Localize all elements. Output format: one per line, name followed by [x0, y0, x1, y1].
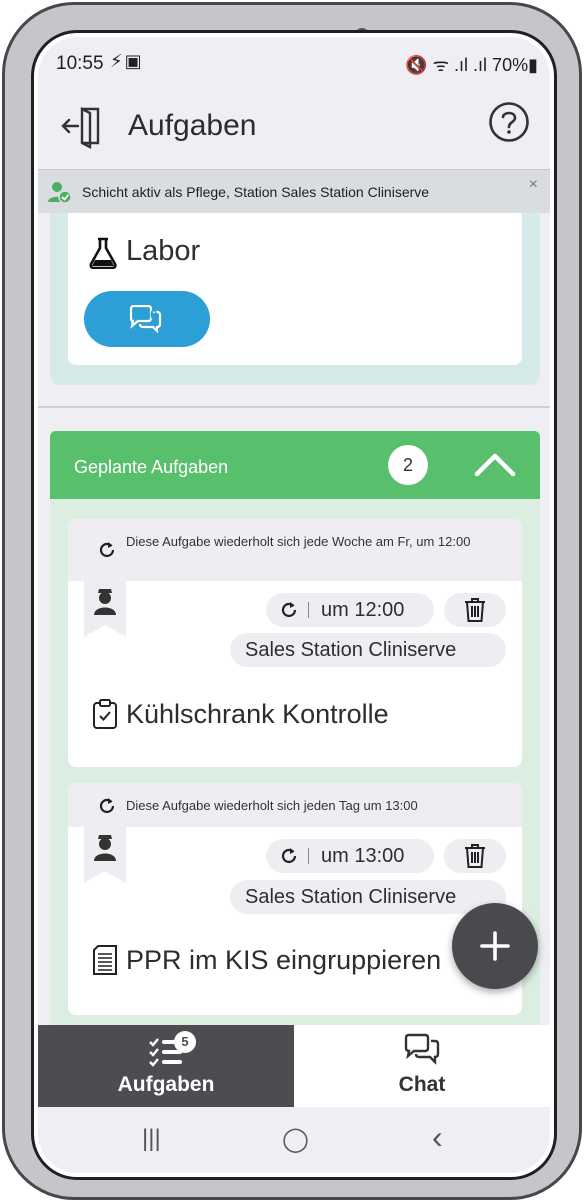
status-time: 10:55 [56, 53, 104, 74]
system-navigation-bar: ||| ◯ ‹ [38, 1107, 550, 1173]
task-card[interactable]: Diese Aufgabe wiederholt sich jeden Tag … [68, 783, 522, 1015]
nurse-role-icon [84, 827, 126, 883]
plus-icon [480, 931, 510, 961]
schedule-time: um 13:00 [321, 845, 405, 867]
delete-task-button[interactable] [444, 839, 506, 873]
screen: 10:55 ⚡▣ 🔇 ᯤ .ıl .ıl 70%▮ Aufgaben Schic… [38, 37, 550, 1173]
add-task-button[interactable] [452, 903, 538, 989]
tab-tasks[interactable]: 5 Aufgaben [38, 1025, 294, 1107]
tab-chat-label: Chat [398, 1073, 446, 1096]
clipboard-check-icon [93, 699, 117, 729]
app-header: Aufgaben [38, 95, 550, 169]
planned-tasks-title: Geplante Aufgaben [74, 457, 229, 477]
bottom-navigation: 5 Aufgaben Chat [38, 1025, 550, 1107]
shift-banner: Schicht aktiv als Pflege, Station Sales … [38, 169, 550, 214]
schedule-time: um 12:00 [321, 599, 405, 621]
back-icon[interactable]: ‹ [432, 1119, 443, 1156]
task-list-scroll[interactable]: Labor 0 Geplante Aufgaben 2 Diese Aufgab… [38, 213, 550, 1025]
station-chip: Sales Station Cliniserve [230, 633, 506, 667]
shift-status-text: Schicht aktiv als Pflege, Station Sales … [82, 184, 430, 200]
chip-separator [308, 848, 309, 864]
delete-task-button[interactable] [444, 593, 506, 627]
labor-task-card[interactable]: Labor 0 [68, 213, 522, 365]
labor-title: Labor [126, 235, 201, 267]
trash-icon [465, 598, 485, 622]
station-name: Sales Station Cliniserve [245, 886, 457, 908]
page-title: Aufgaben [128, 109, 257, 142]
status-notification-icons: ⚡▣ [110, 51, 144, 71]
phone-bezel: 10:55 ⚡▣ 🔇 ᯤ .ıl .ıl 70%▮ Aufgaben Schic… [31, 30, 557, 1180]
section-divider [38, 406, 550, 408]
logout-door-icon[interactable] [60, 103, 106, 149]
status-right-indicators: 🔇 ᯤ .ıl .ıl 70%▮ [405, 55, 538, 75]
flask-icon [89, 237, 117, 269]
comments-button[interactable]: 0 [84, 291, 210, 347]
recents-icon[interactable]: ||| [142, 1125, 161, 1153]
station-name: Sales Station Cliniserve [245, 639, 457, 661]
task-repeat-info: Diese Aufgabe wiederholt sich jeden Tag … [68, 783, 522, 827]
repeat-icon [99, 542, 115, 558]
repeat-icon [281, 602, 297, 618]
close-icon[interactable]: × [529, 176, 538, 194]
help-circle-icon[interactable] [488, 101, 530, 143]
comments-count: 0 [150, 307, 158, 322]
status-bar: 10:55 ⚡▣ 🔇 ᯤ .ıl .ıl 70%▮ [38, 37, 550, 95]
tasks-count-badge: 5 [174, 1031, 196, 1053]
task-repeat-info: Diese Aufgabe wiederholt sich jede Woche… [68, 519, 522, 581]
chevron-up-icon[interactable] [474, 451, 516, 477]
home-icon[interactable]: ◯ [282, 1125, 309, 1154]
chat-bubbles-icon [404, 1033, 440, 1065]
task-title: PPR im KIS eingruppieren [126, 945, 442, 975]
tab-chat[interactable]: Chat [294, 1025, 550, 1107]
chip-separator [308, 602, 309, 618]
planned-tasks-count-badge: 2 [388, 445, 428, 485]
tab-tasks-label: Aufgaben [117, 1073, 215, 1096]
planned-tasks-header[interactable]: Geplante Aufgaben 2 [50, 431, 540, 499]
document-list-icon [93, 945, 117, 975]
schedule-time-chip[interactable]: um 12:00 [266, 593, 434, 627]
schedule-time-chip[interactable]: um 13:00 [266, 839, 434, 873]
labor-section: Labor 0 [50, 213, 540, 385]
task-title: Kühlschrank Kontrolle [126, 699, 389, 729]
task-card[interactable]: Diese Aufgabe wiederholt sich jede Woche… [68, 519, 522, 767]
task-repeat-text: Diese Aufgabe wiederholt sich jeden Tag … [126, 798, 418, 813]
nurse-role-icon [84, 581, 126, 637]
task-repeat-text: Diese Aufgabe wiederholt sich jede Woche… [126, 534, 471, 549]
user-active-icon [48, 182, 72, 204]
repeat-icon [99, 798, 115, 814]
repeat-icon [281, 848, 297, 864]
station-chip: Sales Station Cliniserve [230, 880, 506, 914]
trash-icon [465, 844, 485, 868]
